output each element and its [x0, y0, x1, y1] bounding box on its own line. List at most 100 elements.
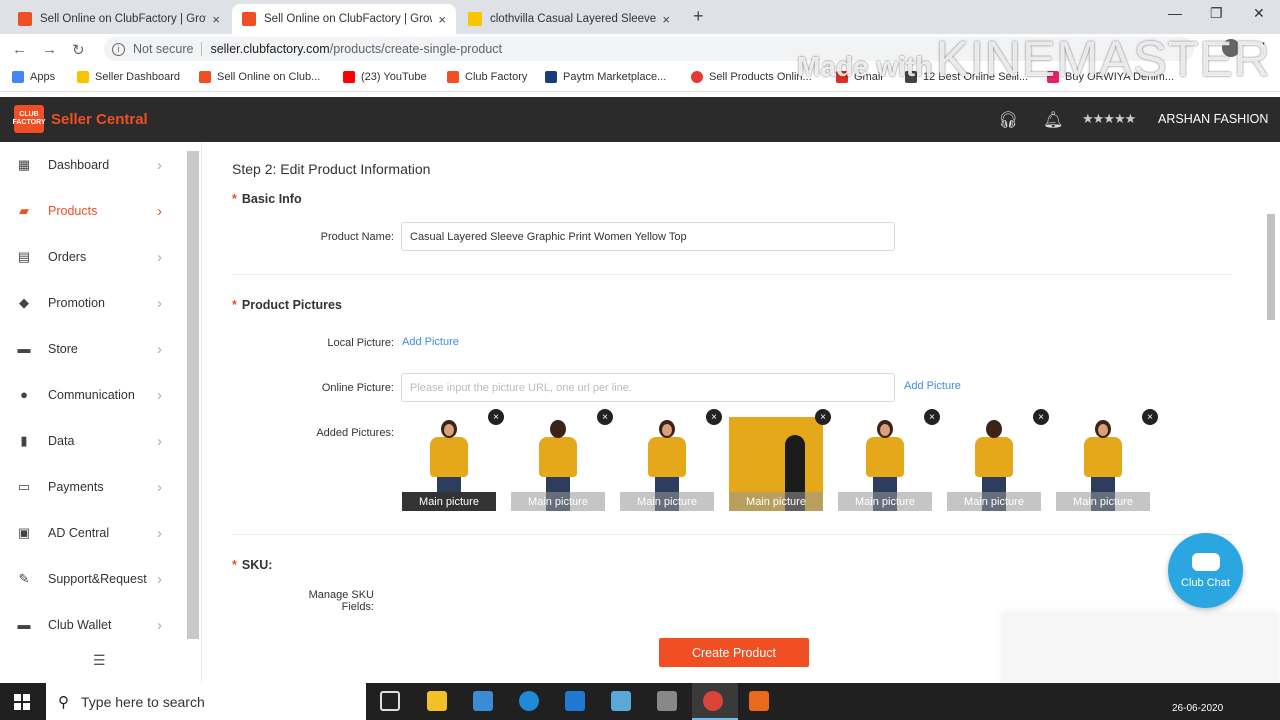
online-picture-field[interactable]: Please input the picture URL, one url pe… [401, 373, 895, 402]
bookmark-club-factory[interactable]: Club Factory [447, 71, 527, 83]
remove-picture-icon[interactable]: × [1033, 409, 1049, 425]
search-icon: ⚲ [58, 693, 69, 711]
product-picture[interactable]: Main picture [402, 417, 496, 511]
bell-icon[interactable]: 🔔︎ [1043, 110, 1063, 130]
sidebar-scrollbar[interactable] [187, 151, 199, 639]
bookmark-apps[interactable]: Apps [12, 71, 55, 83]
chevron-right-icon: › [157, 570, 162, 588]
tab-label: clothvilla Casual Layered Sleeve G [490, 13, 657, 25]
remove-picture-icon[interactable]: × [488, 409, 504, 425]
new-tab-button[interactable]: + [693, 6, 704, 27]
maximize-icon[interactable]: ❐ [1210, 5, 1223, 22]
edge-icon[interactable] [519, 691, 539, 711]
sidebar-item-ad-central[interactable]: ▣ AD Central › [0, 510, 186, 556]
sidebar: ▦ Dashboard › ▰ Products › ▤ Orders › ◆ Promotion ›… [0, 142, 202, 683]
sidebar-item-label: Promotion [48, 296, 105, 310]
task-view-icon[interactable] [380, 691, 400, 711]
product-picture[interactable]: Main picture [729, 417, 823, 511]
sidebar-item-dashboard[interactable]: ▦ Dashboard › [0, 142, 186, 188]
remove-picture-icon[interactable]: × [815, 409, 831, 425]
kinemaster-watermark: Made with KINEMASTER [797, 30, 1271, 88]
remove-picture-icon[interactable]: × [1142, 409, 1158, 425]
paint-icon[interactable] [657, 691, 677, 711]
bookmark-paytm[interactable]: Paytm Marketplace... [545, 71, 666, 83]
apps-grid-icon [12, 71, 24, 83]
product-name-field[interactable]: Casual Layered Sleeve Graphic Print Wome… [401, 222, 895, 251]
main-picture-caption[interactable]: Main picture [729, 492, 823, 511]
product-picture[interactable]: Main picture [838, 417, 932, 511]
wallet-icon: ▬ [17, 617, 31, 632]
sidebar-item-store[interactable]: ▬ Store › [0, 326, 186, 372]
flipkart-favicon-icon [468, 12, 482, 26]
club-chat-button[interactable]: Club Chat [1168, 533, 1243, 608]
remove-picture-icon[interactable]: × [924, 409, 940, 425]
tab-close-icon[interactable]: × [662, 12, 670, 27]
collapse-sidebar-icon[interactable]: ☰ [93, 652, 106, 669]
clubfactory-favicon-icon [199, 71, 211, 83]
browser-tab-1[interactable]: Sell Online on ClubFactory | Grow × [8, 4, 230, 34]
sidebar-item-label: Data [48, 434, 75, 448]
sidebar-item-data[interactable]: ▮ Data › [0, 418, 186, 464]
bookmark-seller-dashboard[interactable]: Seller Dashboard [77, 71, 180, 83]
product-picture[interactable]: Main picture [947, 417, 1041, 511]
store-icon[interactable] [473, 691, 493, 711]
info-icon[interactable]: i [112, 42, 125, 56]
mail-icon[interactable] [565, 691, 585, 711]
taskbar-search-input[interactable]: ⚲ Type here to search [46, 683, 366, 720]
bookmark-sell-products[interactable]: Sell Products Onlin... [691, 71, 812, 83]
forward-icon[interactable]: → [42, 41, 57, 58]
chevron-right-icon: › [157, 524, 162, 542]
main-picture-caption[interactable]: Main picture [402, 492, 496, 511]
main-scrollbar[interactable] [1266, 150, 1276, 670]
create-product-button[interactable]: Create Product [659, 638, 809, 667]
clubfactory-logo[interactable]: CLUB FACTORY [12, 105, 46, 133]
sidebar-item-products[interactable]: ▰ Products › [0, 188, 186, 234]
model-yellow-top [1084, 437, 1122, 477]
clubfactory-favicon-icon [242, 12, 256, 26]
sidebar-item-orders[interactable]: ▤ Orders › [0, 234, 186, 280]
tab-close-icon[interactable]: × [438, 12, 446, 27]
main-scrollbar-thumb[interactable] [1267, 214, 1275, 320]
main-picture-caption[interactable]: Main picture [511, 492, 605, 511]
bookmark-label: Paytm Marketplace... [563, 71, 667, 83]
sidebar-item-label: Support&Request [48, 572, 147, 586]
minimize-icon[interactable]: — [1168, 5, 1182, 21]
sidebar-item-club-wallet[interactable]: ▬ Club Wallet › [0, 602, 186, 648]
main-picture-caption[interactable]: Main picture [838, 492, 932, 511]
local-add-picture-link[interactable]: Add Picture [402, 336, 459, 348]
window-close-icon[interactable]: ✕ [1253, 5, 1265, 22]
model-face [662, 424, 672, 436]
main-picture-caption[interactable]: Main picture [947, 492, 1041, 511]
tab-label: Sell Online on ClubFactory | Grow [264, 13, 433, 25]
reload-icon[interactable]: ↻ [72, 41, 85, 59]
main-content: Step 2: Edit Product Information * Basic … [216, 142, 1250, 683]
sidebar-item-support-request[interactable]: ✎ Support&Request › [0, 556, 186, 602]
product-picture[interactable]: Main picture [511, 417, 605, 511]
back-icon[interactable]: ← [12, 41, 27, 58]
notepad-icon[interactable] [611, 691, 631, 711]
windows-start-icon[interactable] [14, 694, 30, 710]
sidebar-item-payments[interactable]: ▭ Payments › [0, 464, 186, 510]
sidebar-item-communication[interactable]: ● Communication › [0, 372, 186, 418]
taskbar-date: 26-06-2020 [1172, 703, 1224, 714]
browser-tab-3[interactable]: clothvilla Casual Layered Sleeve G × [458, 4, 680, 34]
sidebar-item-promotion[interactable]: ◆ Promotion › [0, 280, 186, 326]
main-picture-caption[interactable]: Main picture [620, 492, 714, 511]
bookmark-sell-online[interactable]: Sell Online on Club... [199, 71, 320, 83]
main-picture-caption[interactable]: Main picture [1056, 492, 1150, 511]
chrome-icon[interactable] [703, 691, 723, 711]
tab-close-icon[interactable]: × [212, 12, 220, 27]
bookmark-youtube[interactable]: (23) YouTube [343, 71, 427, 83]
remove-picture-icon[interactable]: × [597, 409, 613, 425]
bar-chart-icon: ▮ [20, 433, 28, 448]
online-add-picture-link[interactable]: Add Picture [904, 380, 961, 392]
kinemaster-icon[interactable] [749, 691, 769, 711]
remove-picture-icon[interactable]: × [706, 409, 722, 425]
product-picture[interactable]: Main picture [620, 417, 714, 511]
browser-tab-2[interactable]: Sell Online on ClubFactory | Grow × [232, 4, 456, 34]
account-name[interactable]: ARSHAN FASHION [1158, 112, 1268, 126]
headset-icon[interactable]: 🎧︎ [998, 110, 1018, 130]
file-explorer-icon[interactable] [427, 691, 447, 711]
product-picture[interactable]: Main picture [1056, 417, 1150, 511]
added-pictures-label: Added Pictures: [316, 427, 394, 439]
